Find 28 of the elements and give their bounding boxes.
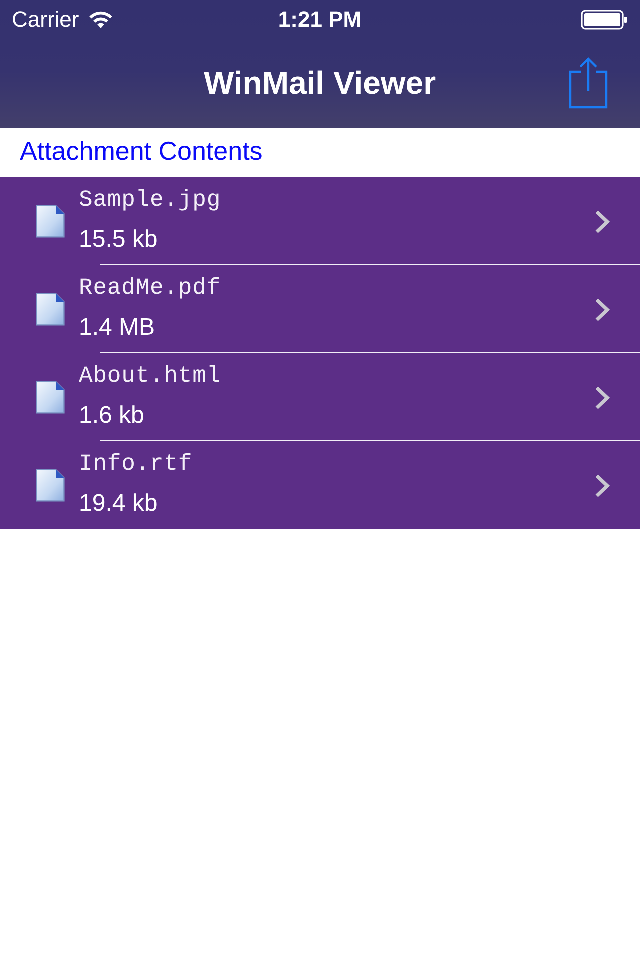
document-icon: [36, 468, 65, 502]
nav-title: WinMail Viewer: [204, 64, 436, 102]
file-name: Info.rtf: [79, 450, 194, 478]
chevron-right-icon: [595, 474, 610, 498]
file-name: About.html: [79, 362, 222, 390]
chevron-right-icon: [595, 298, 610, 322]
file-size: 1.4 MB: [79, 314, 156, 342]
chevron-right-icon: [595, 210, 610, 234]
file-size: 1.6 kb: [79, 402, 146, 430]
share-button[interactable]: [569, 57, 608, 109]
document-icon: [36, 204, 65, 238]
carrier-name: Carrier: [12, 7, 80, 33]
document-icon: [36, 292, 65, 326]
file-size: 15.5 kb: [79, 226, 159, 254]
file-row[interactable]: Info.rtf 19.4 kb: [0, 441, 640, 529]
chevron-right-icon: [595, 386, 610, 410]
file-size: 19.4 kb: [79, 490, 159, 518]
status-time: 1:21 PM: [278, 7, 362, 33]
file-name: Sample.jpg: [79, 186, 222, 214]
file-row[interactable]: ReadMe.pdf 1.4 MB: [0, 265, 640, 353]
file-row[interactable]: About.html 1.6 kb: [0, 353, 640, 441]
document-icon: [36, 380, 65, 414]
file-name: ReadMe.pdf: [79, 274, 222, 302]
file-row[interactable]: Sample.jpg 15.5 kb: [0, 177, 640, 265]
section-title: Attachment Contents: [20, 135, 263, 168]
battery-icon: [581, 10, 628, 30]
share-icon: [569, 57, 608, 109]
wifi-icon: [89, 11, 114, 29]
